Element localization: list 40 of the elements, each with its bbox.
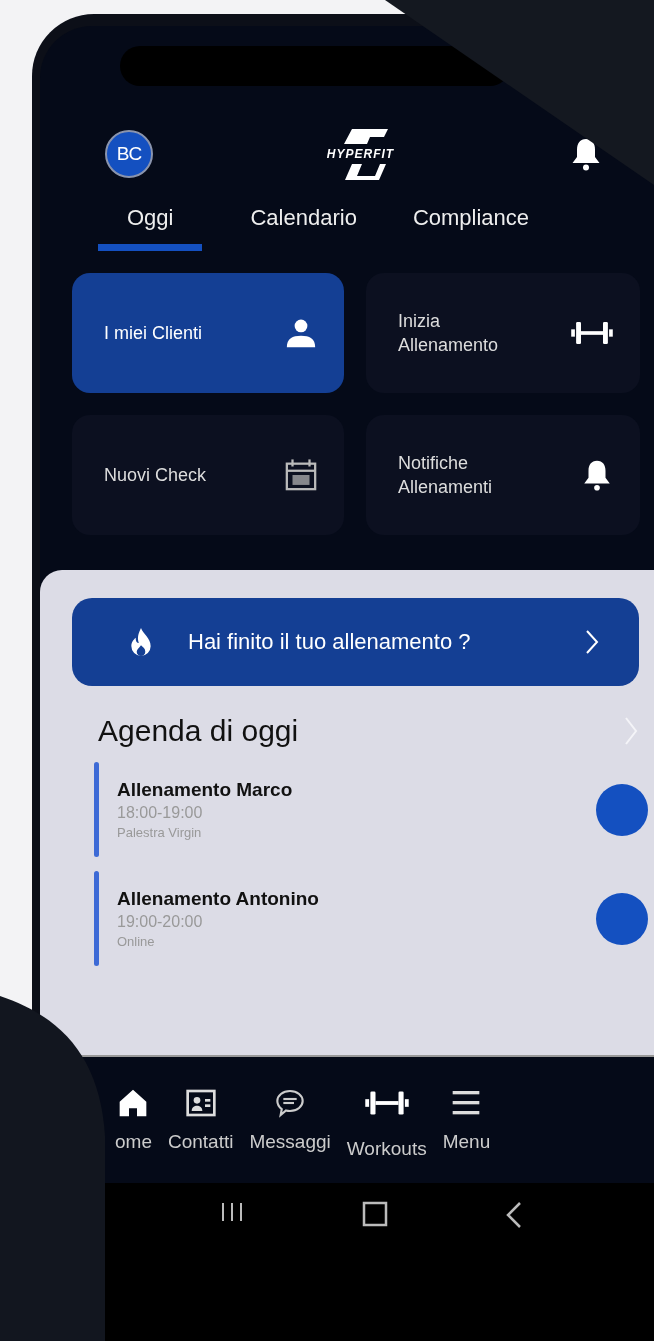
back-icon[interactable] <box>505 1201 524 1229</box>
tile-label: Inizia Allenamento <box>398 309 500 357</box>
agenda-item[interactable]: Allenamento Marco 18:00-19:00 Palestra Virgin <box>94 762 654 857</box>
event-title: Allenamento Marco <box>117 779 294 801</box>
home-square-icon[interactable] <box>362 1201 388 1227</box>
nav-label: ome <box>115 1131 152 1153</box>
nav-item[interactable]: Menu <box>442 1087 491 1153</box>
event-time: 18:00-19:00 <box>117 804 204 822</box>
nav-item[interactable]: ome <box>115 1087 152 1153</box>
chevron-right-icon <box>585 629 599 655</box>
shortcut-tile[interactable]: Notifiche Allenamenti <box>366 415 640 535</box>
tab[interactable]: Compliance <box>408 201 534 251</box>
nav-item[interactable]: Workouts <box>346 1080 427 1160</box>
calendar-icon <box>284 458 318 492</box>
nav-label: Workouts <box>346 1138 427 1160</box>
shortcut-tile[interactable]: Nuovi Check <box>72 415 344 535</box>
tile-label: I miei Clienti <box>104 321 204 345</box>
tile-label: Nuovi Check <box>104 463 208 487</box>
workout-banner[interactable]: Hai finito il tuo allenamento ? <box>72 598 639 686</box>
tile-label: Notifiche Allenamenti <box>398 451 494 499</box>
nav-label: Menu <box>442 1131 491 1153</box>
nav-item[interactable]: Contatti <box>167 1087 234 1153</box>
agenda-item[interactable]: Allenamento Antonino 19:00-20:00 Online <box>94 871 654 966</box>
contact-card-icon <box>184 1087 217 1119</box>
shortcut-tile[interactable]: Inizia Allenamento <box>366 273 640 393</box>
section-title: Agenda di oggi <box>98 714 299 748</box>
chat-bubble-icon <box>274 1087 307 1119</box>
flame-icon <box>128 627 154 657</box>
tab[interactable]: Oggi <box>98 201 203 251</box>
nav-label: Messaggi <box>249 1131 331 1153</box>
nav-label: Contatti <box>167 1131 234 1153</box>
shortcut-tile[interactable]: I miei Clienti <box>72 273 344 393</box>
event-location: Online <box>117 934 156 949</box>
event-location: Palestra Virgin <box>117 825 203 840</box>
event-title: Allenamento Antonino <box>117 888 320 910</box>
avatar[interactable]: BC <box>105 129 153 178</box>
logo: HYPERFIT <box>326 126 395 181</box>
event-time: 19:00-20:00 <box>117 913 204 931</box>
nav-item[interactable]: Messaggi <box>249 1087 331 1153</box>
tab[interactable]: Calendario <box>246 201 361 251</box>
